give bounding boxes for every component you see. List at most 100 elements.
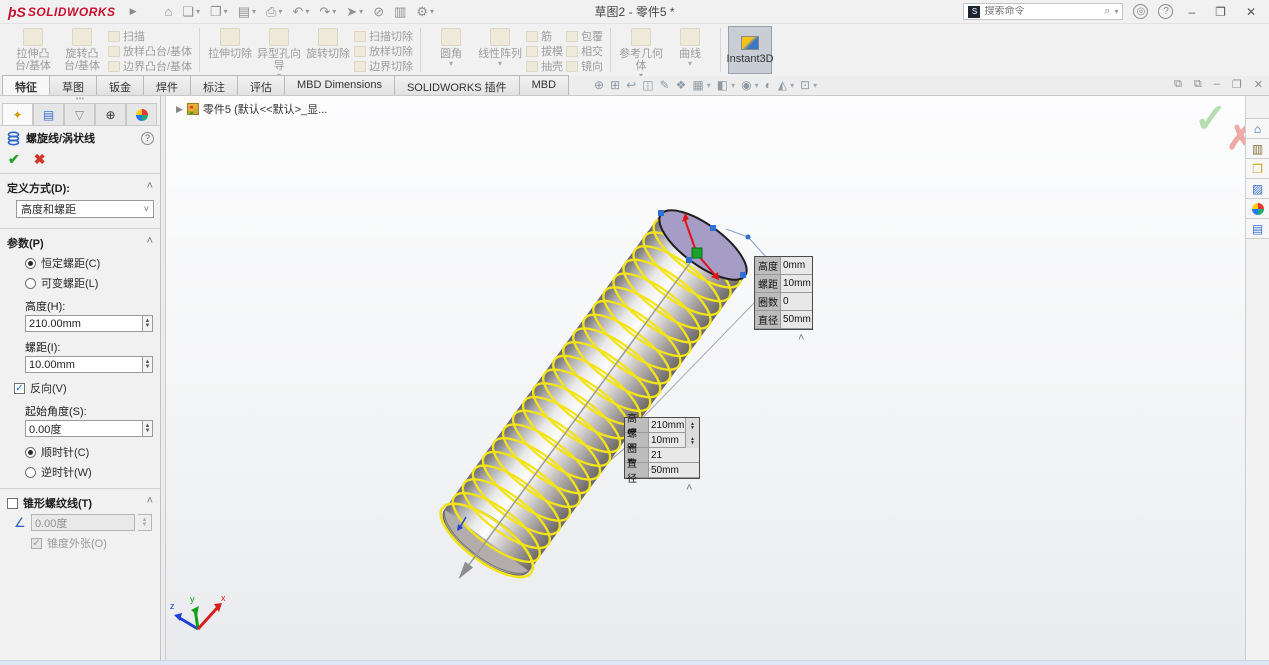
tab-evaluate[interactable]: 评估 xyxy=(237,75,285,95)
rib-button[interactable]: 筋 xyxy=(526,29,563,43)
callout-spinner[interactable]: ▲▼ xyxy=(685,433,699,448)
file-properties-button[interactable]: ▥ xyxy=(390,2,410,22)
curves-button[interactable]: 曲线▾ xyxy=(667,26,713,69)
previous-view-icon[interactable]: ↩ xyxy=(626,78,636,92)
tab-feature-manager[interactable]: ▤ xyxy=(33,103,64,125)
pitch-spinner[interactable]: ▲▼ xyxy=(143,356,153,373)
caret-down-icon[interactable]: ▾ xyxy=(498,60,502,69)
extruded-cut-button[interactable]: 拉伸切除 xyxy=(207,26,253,60)
caret-down-icon[interactable]: ▾ xyxy=(731,81,735,90)
boundary-boss-button[interactable]: 边界凸台/基体 xyxy=(108,59,192,73)
command-search[interactable]: S ⌕ ▾ xyxy=(963,3,1123,20)
start-angle-spinner[interactable]: ▲▼ xyxy=(143,420,153,437)
tab-property-manager[interactable]: ✦ xyxy=(2,103,33,125)
mirror-button[interactable]: 镜向 xyxy=(566,59,603,73)
tab-weldments[interactable]: 焊件 xyxy=(143,75,191,95)
reverse-direction-checkbox[interactable]: ✓反向(V) xyxy=(14,380,153,396)
revolved-cut-button[interactable]: 旋转切除 xyxy=(305,26,351,60)
callout-spinner[interactable]: ▲▼ xyxy=(685,418,699,433)
select-button[interactable]: ➤▾ xyxy=(342,2,367,22)
fillet-button[interactable]: 圆角▾ xyxy=(428,26,474,69)
callout-value[interactable]: 50mm xyxy=(781,311,812,329)
confirmation-ok-button[interactable]: ✓ xyxy=(1194,96,1228,142)
minimize-button[interactable]: – xyxy=(1183,5,1200,19)
helix-end-callout[interactable]: 高度210mm▲▼ 螺距10mm▲▼ 圈数21 直径50mm xyxy=(624,417,700,479)
height-input[interactable] xyxy=(25,315,143,332)
callout-value[interactable]: 0mm xyxy=(781,257,812,275)
task-pane-home-button[interactable]: ⌂ xyxy=(1246,119,1269,139)
design-library-button[interactable]: ▥ xyxy=(1246,139,1269,159)
pane-left-icon[interactable]: ⧉ xyxy=(1174,78,1182,91)
callout-value[interactable]: 0 xyxy=(781,293,812,311)
caret-down-icon[interactable]: ▾ xyxy=(688,60,692,69)
appearance-filter-icon[interactable]: ❖ xyxy=(676,78,687,92)
checkbox-icon[interactable] xyxy=(7,498,18,509)
counterclockwise-radio[interactable]: 逆时针(W) xyxy=(25,464,153,480)
tab-sheet-metal[interactable]: 钣金 xyxy=(96,75,144,95)
hide-show-items-icon[interactable]: ◉ xyxy=(741,78,751,92)
helix-start-callout[interactable]: 高度0mm 螺距10mm 圈数0 直径50mm xyxy=(754,256,813,330)
zoom-to-area-icon[interactable]: ⊞ xyxy=(610,78,620,92)
callout-value[interactable]: 10mm xyxy=(649,433,685,448)
callout-value[interactable]: 210mm xyxy=(649,418,685,433)
redo-button[interactable]: ↷▾ xyxy=(315,2,340,22)
caret-down-icon[interactable]: ▾ xyxy=(1114,7,1118,16)
shell-button[interactable]: 抽壳 xyxy=(526,59,563,73)
tab-sketch[interactable]: 草图 xyxy=(49,75,97,95)
view-settings-icon[interactable]: ⊡ xyxy=(800,78,810,92)
tab-configuration-manager[interactable]: ▽ xyxy=(64,103,95,125)
restore-button[interactable]: ❐ xyxy=(1210,5,1231,19)
doc-close-button[interactable]: ✕ xyxy=(1254,78,1263,91)
save-button[interactable]: ▤▾ xyxy=(234,2,260,22)
pane-right-icon[interactable]: ⧉ xyxy=(1194,78,1202,91)
swept-boss-button[interactable]: 扫描 xyxy=(108,29,192,43)
tab-display-manager[interactable] xyxy=(126,103,157,125)
apply-scene-icon[interactable]: ◭ xyxy=(778,78,787,92)
custom-properties-button[interactable]: ▤ xyxy=(1246,219,1269,239)
intersect-button[interactable]: 相交 xyxy=(566,44,603,58)
confirmation-cancel-button[interactable]: ✗ xyxy=(1226,118,1245,158)
callout-collapse-icon[interactable]: ˄ xyxy=(798,332,804,344)
caret-down-icon[interactable]: ▾ xyxy=(790,81,794,90)
section-view-icon[interactable]: ◫ xyxy=(642,78,653,92)
view-palette-button[interactable]: ▨ xyxy=(1246,179,1269,199)
callout-value[interactable]: 21 xyxy=(649,448,699,463)
tab-mbd-dimensions[interactable]: MBD Dimensions xyxy=(284,75,395,95)
swept-cut-button[interactable]: 扫描切除 xyxy=(354,29,413,43)
undo-button[interactable]: ↶▾ xyxy=(288,2,313,22)
extruded-boss-button[interactable]: 拉伸凸台/基体 xyxy=(10,26,56,72)
revolved-boss-button[interactable]: 旋转凸台/基体 xyxy=(59,26,105,72)
print-button[interactable]: ⎙▾ xyxy=(262,2,286,22)
collapse-icon[interactable]: ˄ xyxy=(147,495,153,511)
zoom-to-fit-icon[interactable]: ⊕ xyxy=(594,78,604,92)
reference-geometry-button[interactable]: 参考几何体▾ xyxy=(618,26,664,81)
pitch-input[interactable] xyxy=(25,356,143,373)
tab-dimxpert-manager[interactable]: ⊕ xyxy=(95,103,126,125)
logo-expand-icon[interactable]: ▶ xyxy=(130,6,137,17)
help-icon[interactable]: ? xyxy=(1158,4,1173,19)
defined-by-dropdown[interactable]: 高度和螺距˅ xyxy=(16,200,154,218)
caret-down-icon[interactable]: ▾ xyxy=(707,81,711,90)
cancel-button[interactable]: ✖ xyxy=(34,151,46,168)
doc-restore-button[interactable]: ❐ xyxy=(1232,78,1242,91)
viewport-breadcrumb[interactable]: ▶ 零件5 (默认<<默认>_显... xyxy=(176,101,327,117)
linear-pattern-button[interactable]: 线性阵列▾ xyxy=(477,26,523,69)
lofted-boss-button[interactable]: 放样凸台/基体 xyxy=(108,44,192,58)
graphics-viewport[interactable]: ▶ 零件5 (默认<<默认>_显... xyxy=(166,96,1245,660)
callout-value[interactable]: 10mm xyxy=(781,275,812,293)
hole-wizard-button[interactable]: 异型孔向导▾ xyxy=(256,26,302,81)
search-icon[interactable]: ⌕ xyxy=(1104,5,1110,18)
attach-button[interactable]: ⊘ xyxy=(369,2,388,22)
close-button[interactable]: ✕ xyxy=(1241,5,1261,19)
caret-down-icon[interactable]: ▾ xyxy=(449,60,453,69)
open-button[interactable]: ❐▾ xyxy=(206,2,232,22)
expand-arrow-icon[interactable]: ▶ xyxy=(176,104,183,115)
wrap-button[interactable]: 包覆 xyxy=(566,29,603,43)
start-angle-input[interactable] xyxy=(25,420,143,437)
instant3d-button[interactable]: Instant3D xyxy=(728,26,772,74)
collapse-icon[interactable]: ˄ xyxy=(147,235,153,251)
tab-solidworks-addins[interactable]: SOLIDWORKS 插件 xyxy=(394,75,520,95)
tab-features[interactable]: 特征 xyxy=(2,75,50,95)
3d-model-scene[interactable] xyxy=(166,96,1245,660)
doc-minimize-button[interactable]: – xyxy=(1214,78,1220,91)
